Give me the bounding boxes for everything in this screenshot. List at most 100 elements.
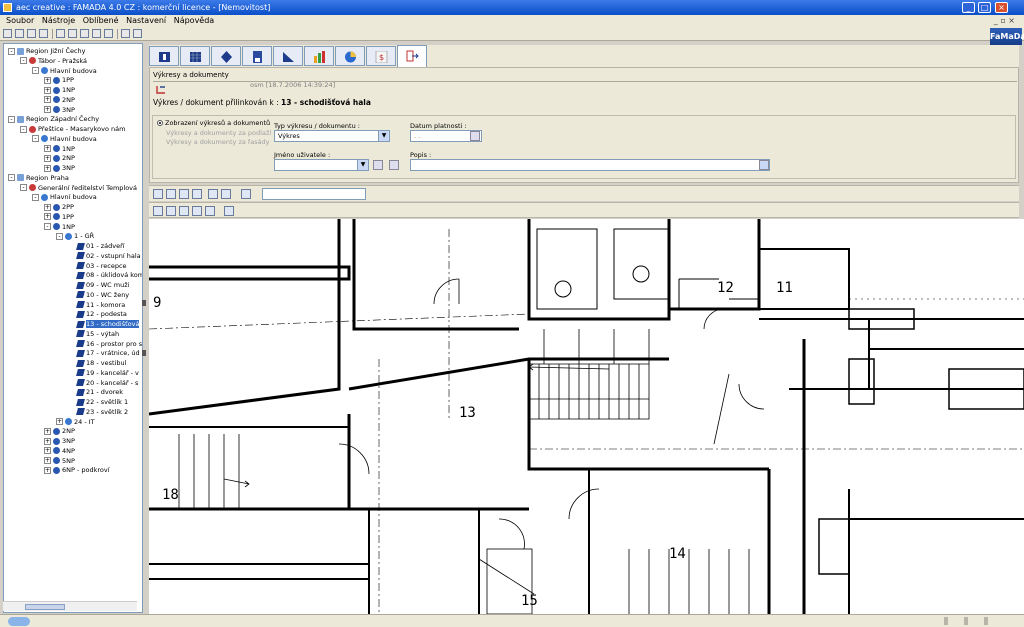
minimize-button[interactable]: _ [962,2,975,13]
tree-node[interactable]: 13 - schodišťová [68,319,140,329]
drawing-path-input[interactable] [262,188,366,200]
tree-node[interactable]: - Hlavní budova [32,192,97,202]
room-label-12[interactable]: 12 [717,280,734,296]
mdi-window-controls[interactable]: _ ▫ × [994,15,1015,27]
paste-icon[interactable] [68,29,77,38]
expand-icon[interactable]: + [44,86,51,94]
tree-node[interactable]: 09 - WC muži [68,280,129,290]
collapse-icon[interactable]: - [32,193,39,201]
tree-node[interactable]: +1NP [44,85,75,95]
tree-node[interactable]: +3NP [44,163,75,173]
close-button[interactable]: × [995,2,1008,13]
tree-node[interactable]: 11 - komora [68,300,125,310]
expand-icon[interactable]: + [44,96,51,104]
chevron-down-icon[interactable]: ▼ [357,160,368,170]
tree-node[interactable]: - Hlavní budova [32,134,97,144]
report-icon[interactable] [121,29,130,38]
description-input[interactable] [410,159,770,171]
collapse-icon[interactable]: - [20,57,27,65]
splitter-right-arrow-icon[interactable] [142,350,146,356]
tree-node[interactable]: +2NP [44,153,75,163]
expand-icon[interactable]: + [44,437,51,445]
tab-document[interactable] [242,46,272,66]
save-drawing-icon[interactable] [179,189,189,199]
room-label-13[interactable]: 13 [459,405,476,421]
tree-node[interactable]: +2NP [44,95,75,105]
scrollbar-thumb[interactable] [25,604,65,610]
tab-bars[interactable] [304,46,334,66]
collapse-icon[interactable]: - [32,135,39,143]
zoom-out-icon[interactable] [205,206,215,216]
tree-node[interactable]: 21 - dvorek [68,387,123,397]
tree-node[interactable]: - Region Jižní Čechy [8,46,86,56]
tree-node[interactable]: +1PP [44,75,74,85]
room-label-18[interactable]: 18 [162,487,179,503]
tree-node[interactable]: - Přeštice - Masarykovo nám [20,124,125,134]
chevron-down-icon[interactable]: ▼ [378,131,389,141]
radio-show-all[interactable]: Zobrazení výkresů a dokumentů [157,119,270,127]
calendar-icon[interactable] [470,131,480,141]
tab-finance[interactable]: $ [366,46,396,66]
collapse-icon[interactable]: - [44,223,51,230]
menu-nastroje[interactable]: Nástroje [42,16,75,25]
layers-icon[interactable] [92,29,101,38]
tree-node[interactable]: - Hlavní budova [32,66,97,76]
open-drawing-icon[interactable] [166,189,176,199]
building-icon[interactable] [80,29,89,38]
tree-node[interactable]: - Tábor - Pražská [20,56,87,66]
new-icon[interactable] [3,29,12,38]
new-drawing-icon[interactable] [153,189,163,199]
expand-icon[interactable]: + [44,203,51,211]
tree-node[interactable]: +3NP [44,436,75,446]
maximize-button[interactable]: □ [978,2,991,13]
search-icon[interactable] [104,29,113,38]
expand-icon[interactable]: + [56,418,63,425]
tree-node[interactable]: +1NP [44,144,75,154]
collapse-icon[interactable]: - [56,232,63,240]
expand-icon[interactable]: + [44,427,51,435]
expand-icon[interactable]: + [44,154,51,162]
start-orb-icon[interactable] [8,617,30,626]
edit-icon[interactable] [39,29,48,38]
room-label-11[interactable]: 11 [776,280,793,296]
delete-drawing-icon[interactable] [192,189,202,199]
expand-icon[interactable]: + [44,447,51,455]
floor-plan-canvas[interactable]: 9 11 12 13 14 15 18 [149,219,1024,614]
collapse-icon[interactable]: - [8,115,15,123]
type-select[interactable]: Výkres ▼ [274,130,390,142]
splitter-left-arrow-icon[interactable] [142,300,146,306]
tree-node[interactable]: +5NP [44,456,75,466]
attach-document-icon[interactable] [156,85,166,94]
user-select[interactable]: ▼ [274,159,369,171]
collapse-icon[interactable]: - [8,174,15,182]
tree-node[interactable]: +6NP - podkroví [44,465,110,475]
menu-napoveda[interactable]: Nápověda [174,16,215,25]
tree-node[interactable]: 01 - zádveří [68,241,125,251]
tree-node[interactable]: 19 - kancelář - v [68,368,139,378]
menu-oblibene[interactable]: Oblíbené [83,16,119,25]
tab-pie[interactable] [335,46,365,66]
user-lookup-icon[interactable] [389,160,399,170]
tree-node[interactable]: 22 - světlík 1 [68,397,128,407]
tree-node[interactable]: +2PP [44,202,74,212]
collapse-icon[interactable]: - [32,67,39,74]
open-icon[interactable] [15,29,24,38]
link-icon[interactable] [241,189,251,199]
expand-icon[interactable]: + [44,106,51,113]
collapse-icon[interactable]: - [20,125,27,133]
tab-cube[interactable] [211,46,241,66]
room-label-14[interactable]: 14 [669,546,686,562]
tree-node[interactable]: 15 - výtah [68,329,119,339]
tree-node[interactable]: 17 - vrátnice, úd [68,348,140,358]
tree-node[interactable]: 10 - WC ženy [68,290,129,300]
tree-node[interactable]: 08 - úklidová kom [68,270,142,280]
expand-icon[interactable]: + [44,466,51,474]
zoom-extents-icon[interactable] [192,206,202,216]
tree-node[interactable]: - Region Praha [8,173,69,183]
tree-node[interactable]: - 1NP [44,222,75,232]
menu-soubor[interactable]: Soubor [6,16,34,25]
tree-node[interactable]: 02 - vstupní hala [68,251,141,261]
select-tool-icon[interactable] [153,206,163,216]
tree-node[interactable]: +3NP [44,105,75,115]
valid-date-input[interactable]: . . [410,130,482,142]
